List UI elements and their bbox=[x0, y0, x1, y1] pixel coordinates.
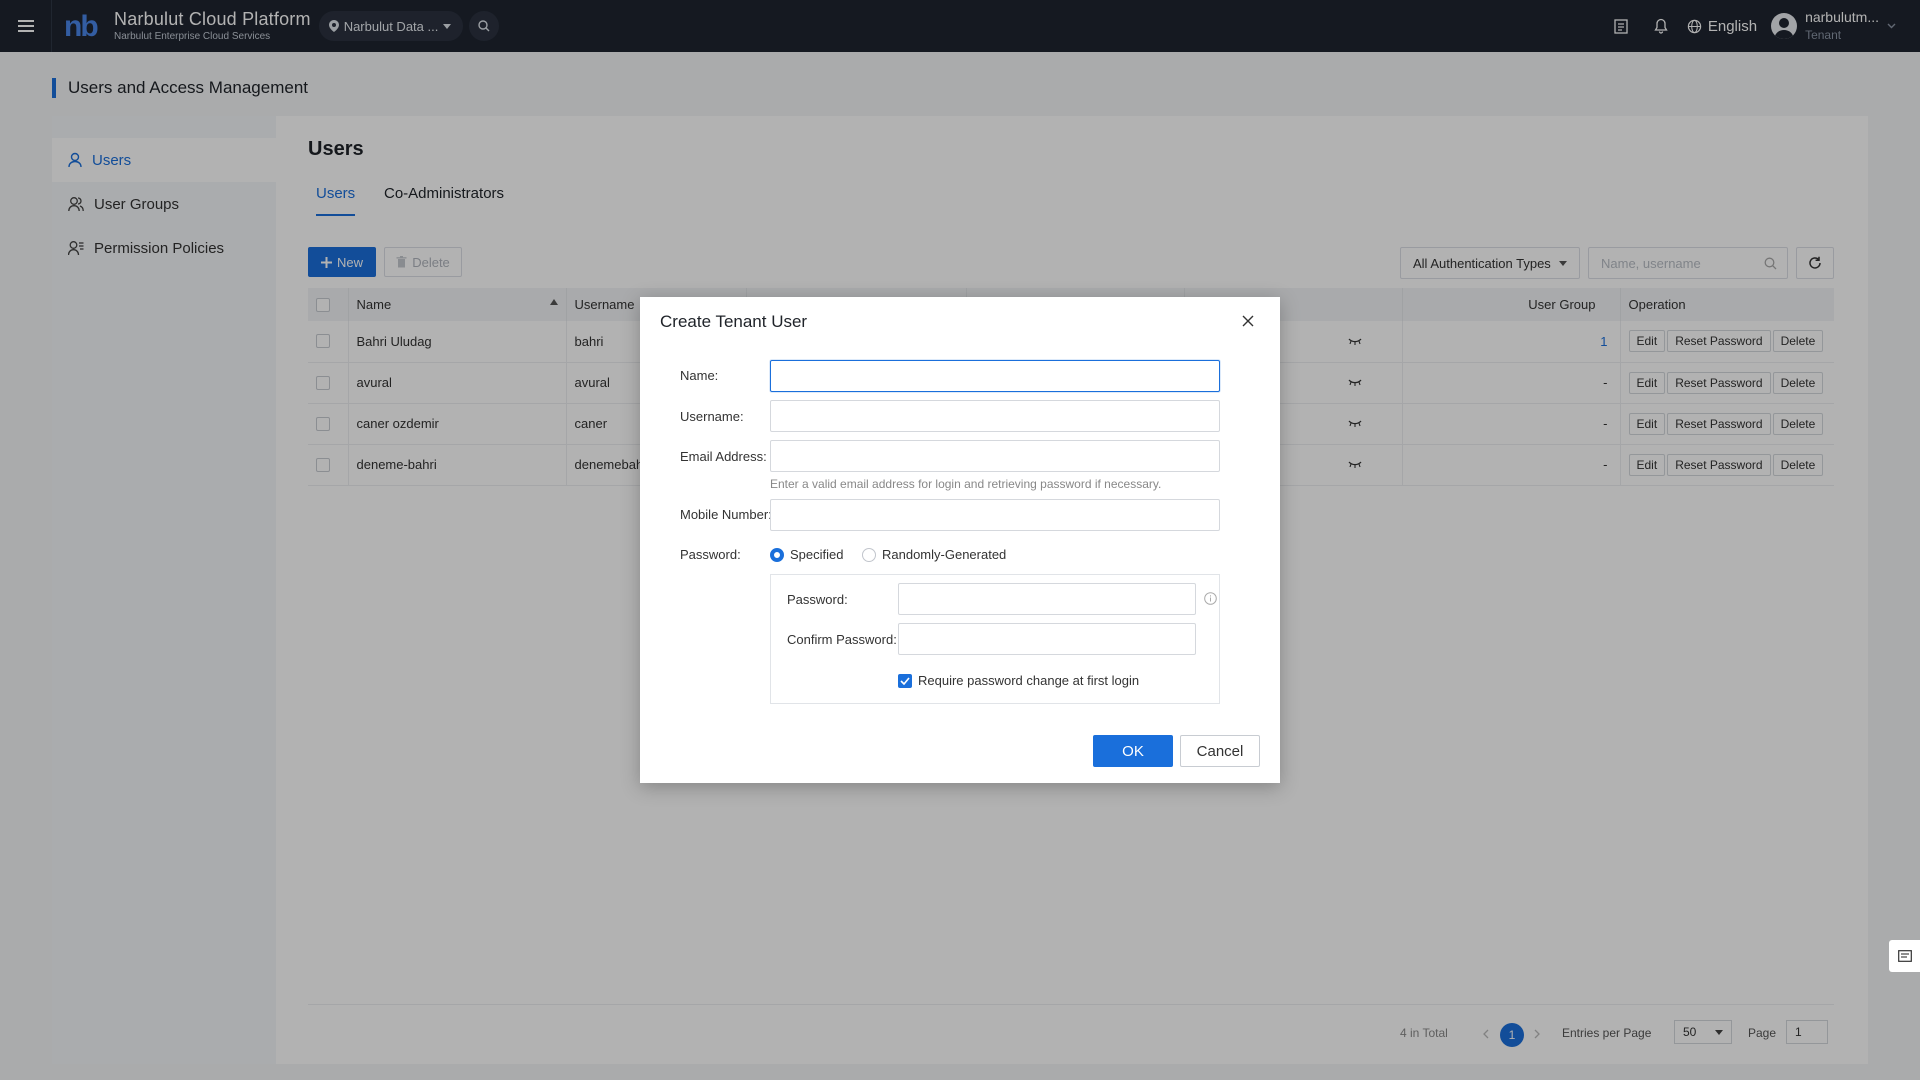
radio-selected-icon bbox=[770, 547, 784, 562]
password-random-radio[interactable]: Randomly-Generated bbox=[862, 547, 1006, 562]
dialog-title: Create Tenant User bbox=[660, 312, 808, 331]
create-tenant-user-dialog: Create Tenant User Name: Username: Email… bbox=[640, 297, 1280, 783]
checkbox-checked-icon bbox=[898, 673, 912, 688]
close-icon[interactable] bbox=[1237, 310, 1259, 332]
cancel-button[interactable]: Cancel bbox=[1180, 735, 1260, 767]
radio-unselected-icon bbox=[862, 547, 876, 562]
radio-label: Specified bbox=[790, 547, 844, 562]
checkbox-label: Require password change at first login bbox=[918, 673, 1140, 688]
password-section: Password: Confirm Password: Require pass… bbox=[770, 574, 1220, 704]
email-hint: Enter a valid email address for login an… bbox=[770, 477, 1162, 491]
username-field[interactable] bbox=[770, 400, 1220, 432]
email-field[interactable] bbox=[770, 440, 1220, 472]
feedback-icon bbox=[1897, 950, 1912, 962]
password-mode-label: Password: bbox=[680, 547, 741, 562]
mobile-label: Mobile Number: bbox=[680, 507, 772, 522]
mobile-number-field[interactable] bbox=[770, 499, 1220, 531]
ok-button[interactable]: OK bbox=[1093, 735, 1173, 767]
info-icon[interactable] bbox=[1204, 592, 1217, 605]
name-label: Name: bbox=[680, 368, 719, 383]
confirm-password-label: Confirm Password: bbox=[787, 632, 897, 647]
password-specified-radio[interactable]: Specified bbox=[770, 547, 843, 562]
email-label: Email Address: bbox=[680, 449, 767, 464]
password-field[interactable] bbox=[898, 583, 1196, 615]
username-label: Username: bbox=[680, 409, 744, 424]
require-password-change-checkbox[interactable]: Require password change at first login bbox=[898, 673, 1139, 688]
feedback-tab[interactable] bbox=[1889, 940, 1920, 972]
password-label: Password: bbox=[787, 592, 848, 607]
radio-label: Randomly-Generated bbox=[882, 547, 1007, 562]
confirm-password-field[interactable] bbox=[898, 623, 1196, 655]
name-field[interactable] bbox=[770, 360, 1220, 392]
